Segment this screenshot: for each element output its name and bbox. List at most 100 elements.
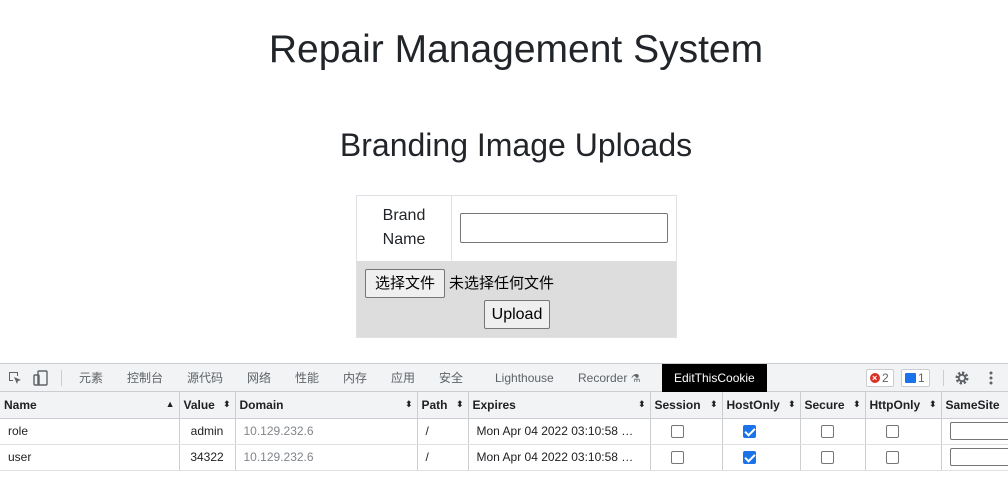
samesite-cell xyxy=(941,444,1008,471)
sort-icon: ⬍ xyxy=(404,399,413,409)
section-title: Branding Image Uploads xyxy=(339,127,693,163)
file-row: 选择文件 未选择任何文件 Upload xyxy=(357,261,676,337)
column-label: HttpOnly xyxy=(869,397,921,412)
tab-recorder[interactable]: Recorder ⚗ xyxy=(578,364,641,392)
message-count-badge[interactable]: 1 xyxy=(901,369,930,387)
secure-checkbox[interactable] xyxy=(820,451,834,465)
inspect-element-icon[interactable] xyxy=(7,370,23,386)
page-title: Repair Management System xyxy=(268,28,764,71)
tab-security[interactable]: 安全 xyxy=(439,364,463,392)
samesite-cell xyxy=(941,418,1008,445)
cookie-path[interactable]: / xyxy=(417,418,469,445)
error-count-badge[interactable]: 2 xyxy=(866,369,894,387)
cookie-table: Name ▲ Value ⬍ Domain ⬍ Path ⬍ Expires ⬍ Sess… xyxy=(0,392,1008,471)
hostonly-checkbox[interactable] xyxy=(742,425,756,439)
column-header-httponly[interactable]: HttpOnly ⬍ xyxy=(865,392,942,419)
cookie-value[interactable]: 34322 xyxy=(179,444,236,471)
hostonly-checkbox[interactable] xyxy=(742,451,756,465)
httponly-cell xyxy=(865,444,942,471)
session-cell xyxy=(650,444,723,471)
brand-name-label: Brand Name xyxy=(357,196,452,261)
httponly-checkbox[interactable] xyxy=(885,451,899,465)
column-header-name[interactable]: Name ▲ xyxy=(0,392,180,419)
sort-icon: ⬍ xyxy=(709,399,718,409)
tab-console[interactable]: 控制台 xyxy=(127,364,163,392)
tabbar-separator xyxy=(61,370,62,386)
hostonly-cell xyxy=(722,444,801,471)
column-label: Secure xyxy=(804,397,845,412)
message-count: 1 xyxy=(918,371,925,385)
column-label: Name xyxy=(4,397,37,412)
column-label: Expires xyxy=(472,397,516,412)
column-label: Value xyxy=(183,397,215,412)
tab-lighthouse[interactable]: Lighthouse xyxy=(495,364,554,392)
brand-row: Brand Name xyxy=(357,196,676,261)
gear-icon[interactable] xyxy=(954,370,970,386)
sort-icon: ⬍ xyxy=(222,399,231,409)
cookie-domain[interactable]: 10.129.232.6 xyxy=(235,418,418,445)
table-row[interactable]: role admin 10.129.232.6 / Mon Apr 04 202… xyxy=(0,418,1008,445)
devtools-panel: 元素 控制台 源代码 网络 性能 内存 应用 安全 Lighthouse Rec… xyxy=(0,363,1008,483)
tab-application[interactable]: 应用 xyxy=(391,364,415,392)
error-icon xyxy=(870,370,880,386)
column-header-value[interactable]: Value ⬍ xyxy=(179,392,236,419)
column-header-path[interactable]: Path ⬍ xyxy=(417,392,469,419)
cookie-value[interactable]: admin xyxy=(179,418,236,445)
choose-file-button[interactable]: 选择文件 xyxy=(365,269,445,298)
cookie-name[interactable]: role xyxy=(0,418,180,445)
hostonly-cell xyxy=(722,418,801,445)
column-header-domain[interactable]: Domain ⬍ xyxy=(235,392,418,419)
sort-icon: ⬍ xyxy=(787,399,796,409)
cookie-expires[interactable]: Mon Apr 04 2022 03:10:58 … xyxy=(468,444,651,471)
column-header-session[interactable]: Session ⬍ xyxy=(650,392,723,419)
column-header-secure[interactable]: Secure ⬍ xyxy=(800,392,866,419)
column-header-hostonly[interactable]: HostOnly ⬍ xyxy=(722,392,801,419)
message-icon xyxy=(905,373,916,383)
secure-cell xyxy=(800,444,866,471)
tab-elements[interactable]: 元素 xyxy=(79,364,103,392)
error-count: 2 xyxy=(882,371,889,385)
sort-ascending-icon: ▲ xyxy=(165,399,175,409)
tab-performance[interactable]: 性能 xyxy=(295,364,319,392)
sort-icon: ⬍ xyxy=(637,399,646,409)
upload-form: Brand Name 选择文件 未选择任何文件 Upload xyxy=(356,195,677,338)
httponly-cell xyxy=(865,418,942,445)
sort-icon: ⬍ xyxy=(455,399,464,409)
table-row[interactable]: user 34322 10.129.232.6 / Mon Apr 04 202… xyxy=(0,444,1008,471)
tab-editthiscookie[interactable]: EditThisCookie xyxy=(662,364,767,392)
httponly-checkbox[interactable] xyxy=(885,425,899,439)
brand-name-input[interactable] xyxy=(460,213,668,243)
upload-button[interactable]: Upload xyxy=(484,300,550,329)
column-label: SameSite xyxy=(945,397,1000,412)
sort-icon: ⬍ xyxy=(928,399,937,409)
column-header-expires[interactable]: Expires ⬍ xyxy=(468,392,651,419)
session-cell xyxy=(650,418,723,445)
cookie-expires[interactable]: Mon Apr 04 2022 03:10:58 … xyxy=(468,418,651,445)
file-status-text: 未选择任何文件 xyxy=(449,275,555,292)
samesite-select[interactable] xyxy=(949,448,1007,466)
more-options-icon[interactable] xyxy=(983,370,999,386)
cookie-name[interactable]: user xyxy=(0,444,180,471)
tab-network[interactable]: 网络 xyxy=(247,364,271,392)
tabbar-separator xyxy=(943,370,944,386)
tab-memory[interactable]: 内存 xyxy=(343,364,367,392)
flask-icon: ⚗ xyxy=(630,373,641,385)
cookie-path[interactable]: / xyxy=(417,444,469,471)
samesite-select[interactable] xyxy=(949,422,1007,440)
secure-cell xyxy=(800,418,866,445)
session-checkbox[interactable] xyxy=(670,425,684,439)
sort-icon: ⬍ xyxy=(852,399,861,409)
column-label: Domain xyxy=(239,397,284,412)
table-header-row: Name ▲ Value ⬍ Domain ⬍ Path ⬍ Expires ⬍ Sess… xyxy=(0,392,1008,419)
devtools-tabbar: 元素 控制台 源代码 网络 性能 内存 应用 安全 Lighthouse Rec… xyxy=(0,364,1008,392)
tab-sources[interactable]: 源代码 xyxy=(187,364,223,392)
column-label: Session xyxy=(654,397,701,412)
tab-recorder-label: Recorder xyxy=(578,371,628,385)
device-toolbar-icon[interactable] xyxy=(33,370,49,386)
session-checkbox[interactable] xyxy=(670,451,684,465)
column-label: HostOnly xyxy=(726,397,780,412)
cookie-domain[interactable]: 10.129.232.6 xyxy=(235,444,418,471)
secure-checkbox[interactable] xyxy=(820,425,834,439)
column-label: Path xyxy=(421,397,448,412)
column-header-samesite[interactable]: SameSite xyxy=(941,392,1008,419)
